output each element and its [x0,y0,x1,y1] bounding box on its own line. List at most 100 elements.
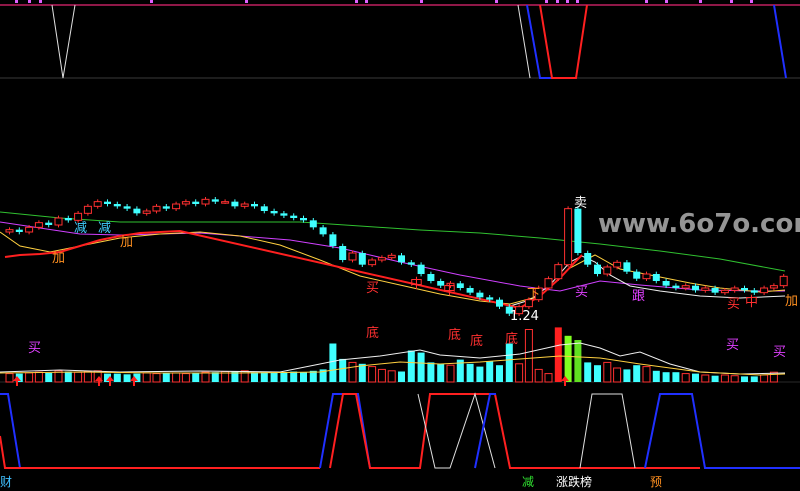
top-indicator-panel [0,0,800,79]
candle [309,220,317,228]
candle [64,218,72,221]
candle [104,201,111,204]
volume-bar [113,373,121,382]
candle [760,287,769,294]
volume-bar [5,373,14,383]
label-mid-1: 中 [410,277,423,292]
volume-bar [368,366,377,383]
volume-bar [339,358,347,382]
candle [201,198,210,205]
candle [240,203,249,207]
volume-bar [760,374,769,383]
top-signal-dots [15,0,753,3]
candle [456,283,464,288]
candle [172,203,181,210]
volume-bar [486,361,494,382]
volume-bar [681,373,690,383]
label-sell: 卖 [574,196,587,211]
candle [544,278,553,289]
stock-chart: www.6o7o.com 1.24 卖 减 减 加 加 加 买 买 买 中 中 … [0,0,800,491]
candle [15,229,23,232]
tag-limit-list[interactable]: 涨跌榜 [556,473,592,490]
candle [711,288,719,293]
volume-bar [142,372,151,383]
volume-bar [652,370,660,382]
candle [25,226,34,233]
candle [662,281,670,286]
label-add-3: 加 [785,294,798,309]
volume-lines [0,342,786,376]
candle [329,234,337,246]
label-vol-bottom-3: 底 [470,333,483,349]
tag-predict[interactable]: 预 [650,473,662,490]
volume-bar [181,373,190,383]
label-follow: 跟 [632,289,645,304]
volume-bar [45,372,53,382]
candle [221,201,230,204]
bottom-indicator-panel [0,392,800,469]
tag-left[interactable]: 财 [0,473,12,490]
candle [142,210,151,214]
candle [74,212,83,221]
volume-bar [329,343,337,382]
volume-bar [64,371,72,382]
volume-bar [290,371,298,382]
volume-bar [407,350,415,382]
candle [496,299,503,307]
chart-canvas[interactable]: www.6o7o.com 1.24 卖 减 减 加 加 加 买 买 买 中 中 … [0,0,800,491]
volume-bar [192,372,200,382]
candle [152,205,161,212]
candle [584,253,592,265]
candle [652,274,660,281]
volume-bar [701,374,710,383]
label-vol-bottom-2: 底 [448,327,461,343]
volume-bar [544,373,553,383]
volume-bar [398,371,405,382]
label-vol-buy-2: 买 [726,338,739,353]
watermark: www.6o7o.com [598,209,800,239]
candle [720,289,729,294]
label-mid-3: 中 [745,295,758,310]
candle [54,217,63,226]
volume-bar [417,352,425,382]
volume-bar [123,374,131,382]
candle [603,266,612,275]
volume-bar [730,375,739,383]
volume-bar [720,374,729,383]
candle [741,288,748,291]
candle [181,201,190,205]
volume-bar [251,372,258,382]
volume-bar [524,329,533,383]
label-buy-2: 买 [575,285,588,300]
volume-bar [623,369,631,382]
volume-bar [642,366,651,383]
candle [681,285,690,289]
volume-bar [270,372,278,382]
volume-bar [211,372,219,382]
label-vol-bottom-4: 底 [505,331,518,347]
volume-bar [750,376,758,382]
candle [574,208,582,253]
volume-bar [201,371,210,383]
candle [358,253,366,265]
volume-bar [466,363,474,382]
volume-bar [633,365,641,382]
candle [270,211,278,214]
volume-bar [741,376,748,382]
candle [750,290,758,293]
candle [642,273,651,280]
candle [377,257,386,261]
candle [672,285,680,288]
label-reduce-2: 减 [98,221,111,236]
label-buy-3: 买 [727,297,740,312]
tag-reduce[interactable]: 减 [522,473,534,490]
volume-bar [672,372,680,382]
candle [300,218,307,221]
candle [701,287,710,291]
candle [5,229,14,233]
label-vol-buy-1: 买 [28,341,41,356]
candle [730,287,739,291]
candle [554,264,563,280]
label-add-2: 加 [120,235,133,250]
candle [613,261,622,268]
